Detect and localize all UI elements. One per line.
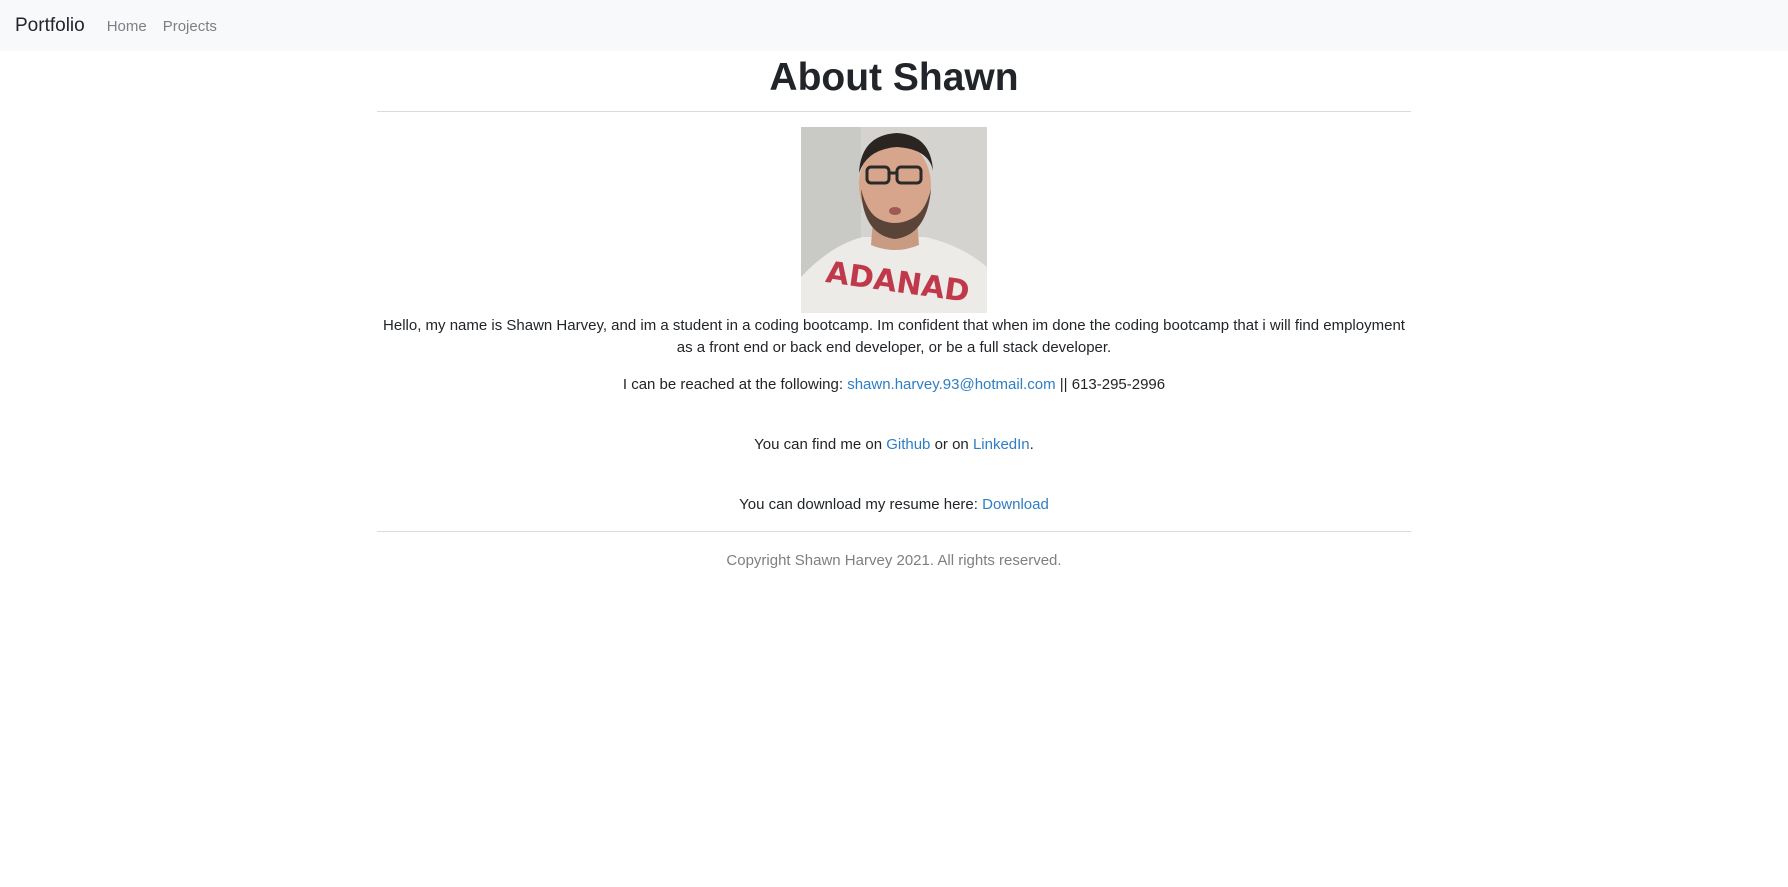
- nav-link-projects[interactable]: Projects: [163, 18, 217, 35]
- linkedin-link[interactable]: LinkedIn: [973, 436, 1030, 453]
- social-middle: or on: [930, 436, 973, 453]
- resume-line: You can download my resume here: Downloa…: [377, 494, 1411, 516]
- profile-photo: ADANAD: [801, 127, 987, 313]
- social-suffix: .: [1029, 436, 1034, 453]
- title-divider: [377, 111, 1411, 112]
- contact-prefix: I can be reached at the following:: [622, 376, 848, 393]
- social-line: You can find me on Github or on LinkedIn…: [377, 434, 1411, 456]
- contact-line: I can be reached at the following: shawn…: [377, 374, 1411, 396]
- resume-prefix: You can download my resume here:: [739, 496, 983, 513]
- resume-download-link[interactable]: Download: [982, 496, 1049, 513]
- profile-photo-illustration: ADANAD: [801, 127, 987, 313]
- page-title: About Shawn: [769, 56, 1019, 99]
- nav-link-home[interactable]: Home: [107, 18, 147, 35]
- about-section: About Shawn ADANAD Hello, my name is Sha…: [377, 51, 1411, 572]
- footer-divider: [377, 531, 1411, 532]
- social-prefix: You can find me on: [754, 436, 887, 453]
- bio-text: Hello, my name is Shawn Harvey, and im a…: [383, 317, 1405, 356]
- navbar: Portfolio Home Projects: [0, 0, 1788, 51]
- email-link[interactable]: shawn.harvey.93@hotmail.com: [847, 376, 1055, 393]
- brand-link[interactable]: Portfolio: [15, 15, 85, 37]
- phone-number: 613-295-2996: [1071, 376, 1166, 393]
- footer-copyright: Copyright Shawn Harvey 2021. All rights …: [726, 552, 1062, 569]
- contact-separator: ||: [1055, 376, 1072, 393]
- github-link[interactable]: Github: [886, 436, 930, 453]
